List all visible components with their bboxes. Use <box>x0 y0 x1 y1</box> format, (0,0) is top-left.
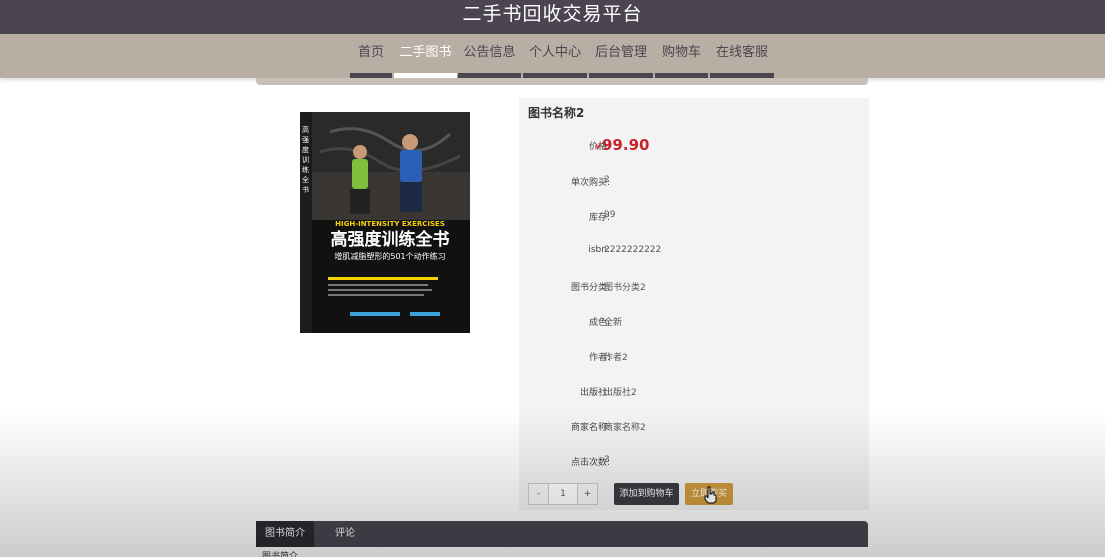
svg-text:强: 强 <box>302 136 309 144</box>
nav-item-admin[interactable]: 后台管理 <box>589 34 653 78</box>
field-row: isbn: 2222222222 <box>519 241 869 261</box>
field-value: 作者2 <box>604 353 628 363</box>
field-row: 点击次数: 3 <box>519 451 869 471</box>
svg-text:训: 训 <box>302 156 309 164</box>
price-value: 99.90 <box>602 136 650 154</box>
nav-item-cart[interactable]: 购物车 <box>655 34 708 78</box>
svg-text:书: 书 <box>302 185 309 194</box>
tab-content: 图书简介 <box>256 547 868 557</box>
nav-item-label: 公告信息 <box>463 45 516 60</box>
detail-tabs: 图书简介 评论 图书简介 <box>256 521 868 557</box>
svg-text:全: 全 <box>302 175 309 184</box>
increase-button[interactable]: + <box>577 484 597 504</box>
book-name: 图书名称2 <box>528 106 585 120</box>
nav-item-label: 后台管理 <box>594 45 647 60</box>
svg-text:练: 练 <box>302 165 309 174</box>
field-value: 3 <box>604 455 610 465</box>
nav-item-label: 在线客服 <box>715 45 768 60</box>
field-value: 图书分类2 <box>604 283 646 293</box>
add-to-cart-button[interactable]: 添加到购物车 <box>614 483 679 505</box>
cover-subtitle-en: HIGH-INTENSITY EXERCISES <box>335 220 445 228</box>
field-row: 作者: 作者2 <box>519 346 869 366</box>
field-row: 成色: 全新 <box>519 311 869 331</box>
nav-item-home[interactable]: 首页 <box>350 34 392 78</box>
field-value: 2 <box>604 175 610 185</box>
nav-item-label: 购物车 <box>661 45 701 60</box>
field-row: 库存: 99 <box>519 206 869 226</box>
field-value: 全新 <box>604 318 623 328</box>
nav-item-announcements[interactable]: 公告信息 <box>458 34 521 78</box>
svg-text:度: 度 <box>302 145 309 154</box>
tab-book-intro[interactable]: 图书简介 <box>256 521 314 547</box>
book-cover-image: 高 强 度 训 练 全 书 HIGH-INTENSITY EXERCISES 高… <box>300 112 470 333</box>
site-title: 二手书回收交易平台 <box>462 3 643 25</box>
tab-content-heading: 图书简介 <box>262 552 299 557</box>
price-row: 价格: ¥ 99.90 <box>519 135 869 155</box>
nav-item-online-service[interactable]: 在线客服 <box>710 34 774 78</box>
quantity-stepper: - 1 + <box>528 483 598 505</box>
cover-main-title: 高强度训练全书 <box>331 229 450 250</box>
tab-comments[interactable]: 评论 <box>314 521 376 547</box>
hand-cursor-icon <box>704 486 717 504</box>
nav-item-used-books[interactable]: 二手图书 <box>394 34 457 78</box>
cover-spine-title: 高 <box>302 125 309 134</box>
field-row: 单次购买: 2 <box>519 171 869 191</box>
cover-subtitle-cn: 增肌减脂塑形的501个动作练习 <box>334 251 445 261</box>
nav-item-profile[interactable]: 个人中心 <box>523 34 587 78</box>
field-row: 图书分类: 图书分类2 <box>519 276 869 296</box>
content-top-strip <box>256 78 868 85</box>
quantity-input[interactable]: 1 <box>549 484 577 504</box>
nav-item-label: 二手图书 <box>399 45 452 60</box>
field-value: 出版社2 <box>604 388 637 398</box>
top-header: 二手书回收交易平台 <box>0 0 1105 34</box>
field-row: 出版社: 出版社2 <box>519 381 869 401</box>
decrease-button[interactable]: - <box>529 484 549 504</box>
field-row: 商家名称: 商家名称2 <box>519 416 869 436</box>
field-value: 商家名称2 <box>604 423 646 433</box>
field-value: 99 <box>604 210 616 220</box>
nav-item-label: 首页 <box>357 45 384 60</box>
field-value: 2222222222 <box>604 245 662 255</box>
price-currency: ¥ <box>595 143 601 153</box>
book-info-panel: 图书名称2 价格: ¥ 99.90 单次购买: 2 库存: 99 isbn: 2… <box>519 98 869 510</box>
main-nav: 首页 二手图书 公告信息 个人中心 后台管理 购物车 在线客服 <box>0 34 1105 78</box>
nav-item-label: 个人中心 <box>528 45 581 60</box>
